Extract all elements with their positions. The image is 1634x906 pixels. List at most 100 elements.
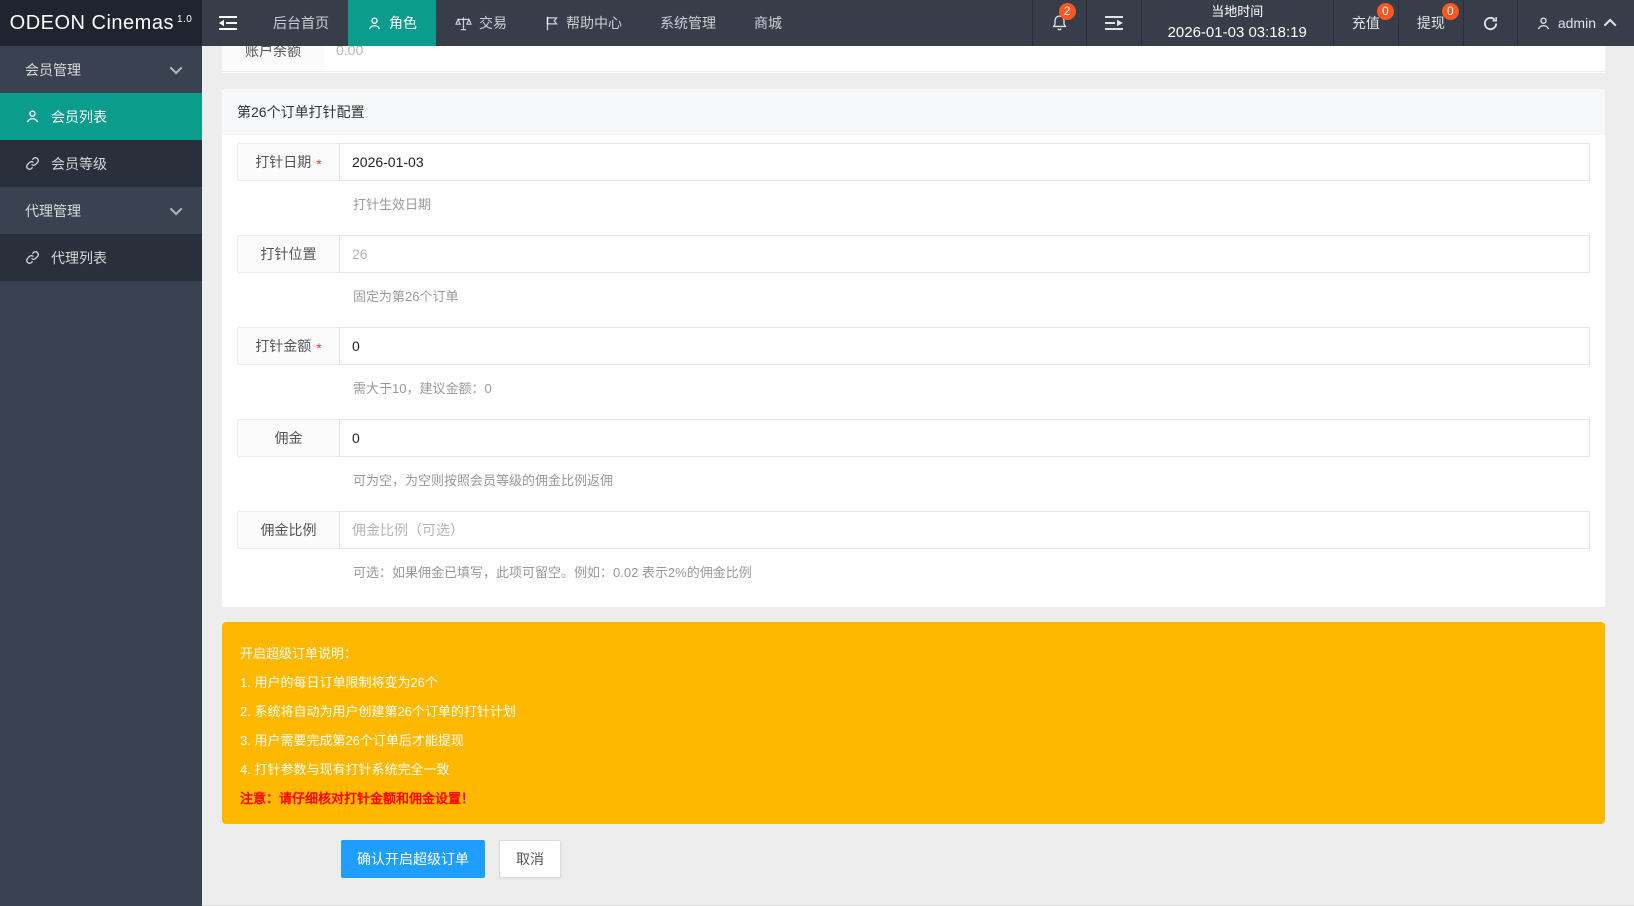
link-icon xyxy=(25,250,40,265)
form-actions: 确认开启超级订单 取消 xyxy=(341,840,1605,878)
user-menu[interactable]: admin xyxy=(1516,0,1634,46)
field-group-inject-position: 打针位置 固定为第26个订单 xyxy=(237,235,1590,305)
top-navbar: ODEON Cinemas 1.0 后台首页 角色 交易 帮助中心 系统管理 商… xyxy=(0,0,1634,46)
nav-item-home[interactable]: 后台首页 xyxy=(254,0,348,46)
commission-input[interactable] xyxy=(340,420,1589,456)
commission-label: 佣金 xyxy=(237,419,340,457)
navbar-right: 2 当地时间 2026-01-03 03:18:19 充值 0 提现 0 adm… xyxy=(1031,0,1634,46)
field-label-text: 打针日期 xyxy=(255,154,312,170)
notifications-button[interactable]: 2 xyxy=(1031,0,1086,46)
refresh-button[interactable] xyxy=(1462,0,1517,46)
brand-name: ODEON Cinemas xyxy=(9,11,174,34)
injection-config-form: 打针日期 * 打针生效日期 打针位置 xyxy=(222,135,1605,607)
notice-line: 2. 系统将自动为用户创建第26个订单的打针计划 xyxy=(240,704,516,719)
menu-arrow-icon xyxy=(1104,16,1123,30)
refresh-icon xyxy=(1482,15,1499,32)
commission-field xyxy=(339,419,1590,457)
inject-date-field xyxy=(339,143,1590,181)
collapse-menu-icon xyxy=(219,16,237,30)
main-menu: 后台首页 角色 交易 帮助中心 系统管理 商城 xyxy=(254,0,801,46)
field-group-commission: 佣金 可为空，为空则按照会员等级的佣金比例返佣 xyxy=(237,419,1590,489)
nav-item-mall[interactable]: 商城 xyxy=(735,0,801,46)
sidebar-group-member-management[interactable]: 会员管理 xyxy=(0,46,202,93)
inject-amount-input[interactable] xyxy=(340,328,1589,364)
commission-rate-hint: 可选：如果佣金已填写，此项可留空。例如：0.02 表示2%的佣金比例 xyxy=(353,565,752,580)
user-name: admin xyxy=(1557,15,1596,31)
withdraw-badge: 0 xyxy=(1441,3,1459,20)
notice-line: 开启超级订单说明： xyxy=(240,646,358,661)
nav-item-system[interactable]: 系统管理 xyxy=(641,0,735,46)
field-group-inject-date: 打针日期 * 打针生效日期 xyxy=(237,143,1590,213)
navbar-spacer xyxy=(801,0,1032,46)
cancel-button[interactable]: 取消 xyxy=(499,840,561,878)
person-icon xyxy=(25,109,40,124)
recharge-button[interactable]: 充值 0 xyxy=(1332,0,1398,46)
link-icon xyxy=(25,156,40,171)
nav-item-label: 系统管理 xyxy=(660,15,716,31)
flag-icon xyxy=(545,16,559,31)
nav-item-label: 交易 xyxy=(479,15,507,31)
inject-amount-field xyxy=(339,327,1590,365)
withdraw-button[interactable]: 提现 0 xyxy=(1397,0,1463,46)
nav-item-roles[interactable]: 角色 xyxy=(348,0,436,46)
person-icon xyxy=(367,16,382,31)
main-content: 账户余额 第26个订单打针配置 打针日期 * 打针生效日期 xyxy=(202,46,1634,906)
sidebar-item-label: 代理列表 xyxy=(51,249,107,266)
field-label-text: 佣金比例 xyxy=(260,522,317,538)
local-time-display: 当地时间 2026-01-03 03:18:19 xyxy=(1140,0,1333,46)
recharge-label: 充值 xyxy=(1351,15,1380,31)
account-balance-row: 账户余额 xyxy=(222,46,1605,72)
chevron-down-icon xyxy=(169,202,183,216)
nav-item-label: 后台首页 xyxy=(273,15,329,31)
commission-hint: 可为空，为空则按照会员等级的佣金比例返佣 xyxy=(353,473,614,488)
field-label-text: 佣金 xyxy=(274,430,303,446)
user-icon xyxy=(1536,16,1551,31)
account-balance-input[interactable] xyxy=(324,46,1605,68)
sidebar-item-label: 会员列表 xyxy=(51,108,107,125)
brand-logo: ODEON Cinemas 1.0 xyxy=(0,0,202,46)
nav-item-transactions[interactable]: 交易 xyxy=(436,0,526,46)
nav-item-help-center[interactable]: 帮助中心 xyxy=(526,0,641,46)
sidebar-item-label: 会员等级 xyxy=(51,155,107,172)
sidebar-group-label: 代理管理 xyxy=(25,202,81,219)
required-marker: * xyxy=(316,156,322,172)
field-row: 佣金比例 xyxy=(237,511,1590,549)
commission-rate-input[interactable] xyxy=(340,512,1589,548)
sidebar-item-member-list[interactable]: 会员列表 xyxy=(0,93,202,140)
account-balance-row-clipped: 账户余额 xyxy=(222,46,1605,73)
inject-position-label: 打针位置 xyxy=(237,235,340,273)
required-marker: * xyxy=(316,340,322,356)
sidebar-collapse-button[interactable] xyxy=(202,0,254,46)
notice-line: 1. 用户的每日订单限制将变为26个 xyxy=(240,675,438,690)
sidebar-item-member-levels[interactable]: 会员等级 xyxy=(0,140,202,187)
section-title: 第26个订单打针配置 xyxy=(222,89,1605,135)
field-row: 打针日期 * xyxy=(237,143,1590,181)
inject-date-input[interactable] xyxy=(340,144,1589,180)
sidebar-item-agent-list[interactable]: 代理列表 xyxy=(0,234,202,281)
withdraw-label: 提现 xyxy=(1416,15,1445,31)
inject-amount-label: 打针金额 * xyxy=(237,327,340,365)
sidebar-group-agent-management[interactable]: 代理管理 xyxy=(0,187,202,234)
inject-position-hint: 固定为第26个订单 xyxy=(353,289,459,304)
clear-cache-button[interactable] xyxy=(1085,0,1141,46)
chevron-up-icon xyxy=(1603,18,1617,31)
recharge-badge: 0 xyxy=(1376,3,1394,20)
chevron-down-icon xyxy=(169,61,183,75)
inject-position-field xyxy=(339,235,1590,273)
nav-item-label: 角色 xyxy=(389,15,417,31)
field-group-inject-amount: 打针金额 * 需大于10，建议金额：0 xyxy=(237,327,1590,397)
nav-item-label: 帮助中心 xyxy=(566,15,622,31)
inject-date-label: 打针日期 * xyxy=(237,143,340,181)
injection-config-card: 第26个订单打针配置 打针日期 * 打针生效日期 打针位置 xyxy=(222,89,1605,607)
nav-item-label: 商城 xyxy=(754,15,782,31)
field-label-text: 打针金额 xyxy=(255,338,312,354)
notice-line: 4. 打针参数与现有打针系统完全一致 xyxy=(240,762,450,777)
super-order-notice: 开启超级订单说明： 1. 用户的每日订单限制将变为26个 2. 系统将自动为用户… xyxy=(222,622,1605,824)
field-group-commission-rate: 佣金比例 可选：如果佣金已填写，此项可留空。例如：0.02 表示2%的佣金比例 xyxy=(237,511,1590,581)
notice-warning: 注意：请仔细核对打针金额和佣金设置！ xyxy=(240,791,475,806)
field-row: 打针金额 * xyxy=(237,327,1590,365)
account-balance-label: 账户余额 xyxy=(222,46,325,70)
confirm-super-order-button[interactable]: 确认开启超级订单 xyxy=(341,840,485,878)
notice-line: 3. 用户需要完成第26个订单后才能提现 xyxy=(240,733,464,748)
field-label-text: 打针位置 xyxy=(260,246,317,262)
